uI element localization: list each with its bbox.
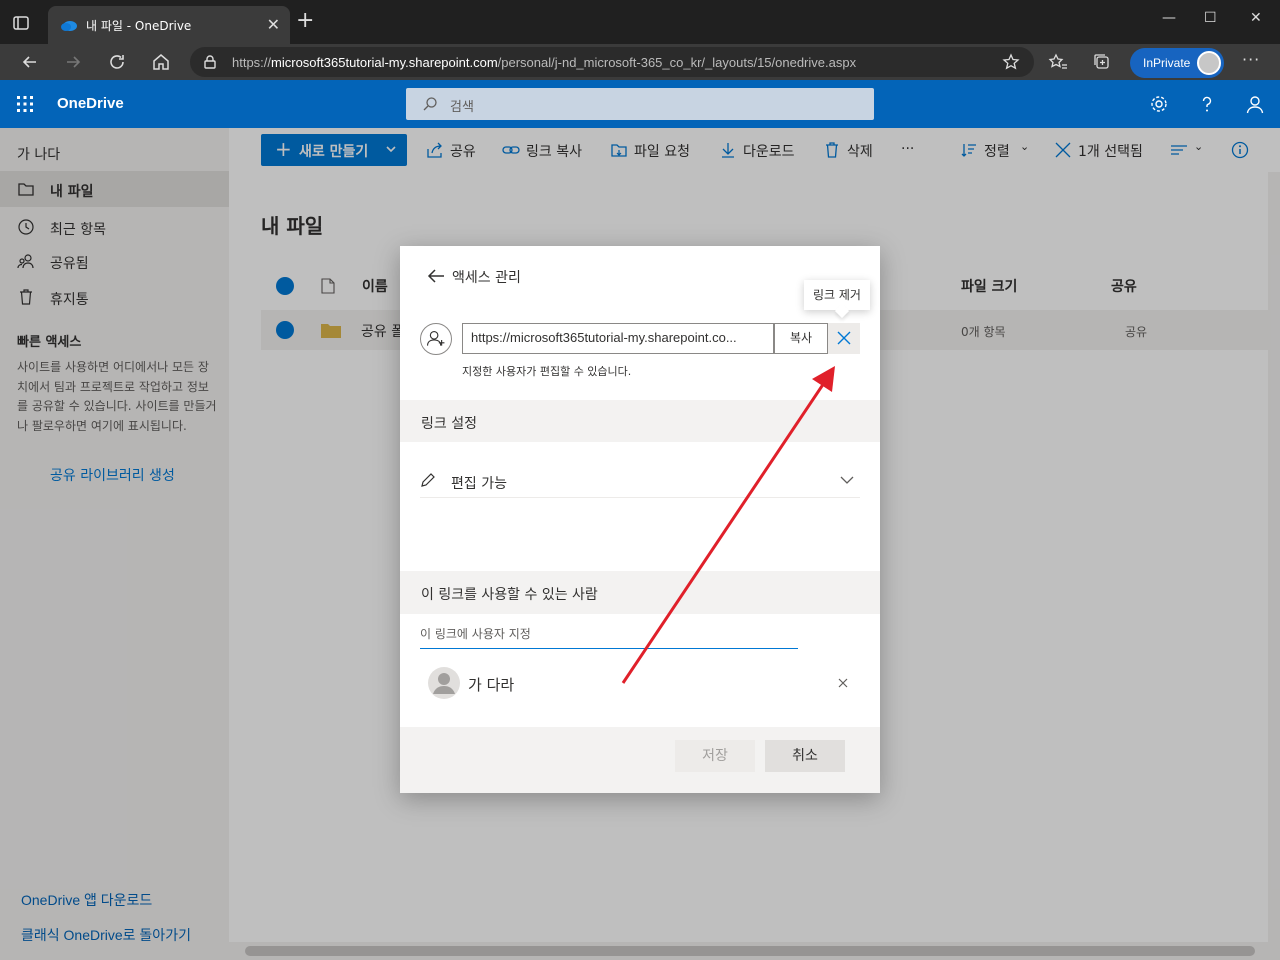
account-icon[interactable] (1245, 94, 1265, 114)
remove-link-tooltip: 링크 제거 (804, 280, 870, 310)
share-link-field[interactable]: https://microsoft365tutorial-my.sharepoi… (462, 323, 774, 354)
section-title: 링크 설정 (421, 416, 477, 432)
close-tab-icon[interactable]: ✕ (267, 15, 280, 34)
tab-actions-icon[interactable] (10, 12, 32, 34)
pencil-icon (421, 473, 435, 487)
close-window-icon[interactable]: ✕ (1250, 10, 1262, 26)
new-tab-icon[interactable]: + (296, 10, 314, 32)
inprivate-badge[interactable]: InPrivate (1130, 48, 1224, 78)
permission-value: 편집 가능 (451, 476, 507, 492)
help-icon[interactable] (1197, 94, 1217, 114)
chevron-down-icon (840, 476, 854, 484)
url-text: https://microsoft365tutorial-my.sharepoi… (232, 55, 857, 70)
copy-button[interactable]: 복사 (774, 323, 828, 354)
manage-access-dialog: 액세스 관리 링크 제거 https://microsoft365tutoria… (400, 246, 880, 793)
search-box[interactable]: 검색 (406, 88, 874, 120)
app-launcher-icon[interactable] (16, 95, 34, 113)
add-people-input[interactable]: 이 링크에 사용자 지정 (420, 623, 798, 649)
browser-toolbar: https://microsoft365tutorial-my.sharepoi… (0, 44, 1280, 80)
maximize-icon[interactable]: ☐ (1204, 10, 1217, 26)
search-placeholder: 검색 (450, 100, 474, 115)
forward-icon[interactable] (63, 52, 83, 72)
dialog-footer: 저장 취소 (400, 727, 880, 793)
gear-icon[interactable] (1149, 94, 1169, 114)
back-icon[interactable] (20, 52, 40, 72)
remove-link-button[interactable] (828, 323, 860, 354)
cancel-button[interactable]: 취소 (765, 740, 845, 772)
browser-tab[interactable]: 내 파일 - OneDrive ✕ (48, 6, 290, 44)
person-name: 가 다라 (468, 676, 515, 694)
remove-person-icon[interactable] (838, 678, 848, 688)
settings-more-icon[interactable]: ··· (1242, 50, 1260, 69)
home-icon[interactable] (151, 52, 171, 72)
who-can-use-section: 이 링크를 사용할 수 있는 사람 (400, 571, 880, 614)
link-settings-section: 링크 설정 (400, 400, 880, 442)
search-icon (423, 97, 437, 111)
collections-icon[interactable] (1092, 52, 1112, 72)
browser-tab-bar: 내 파일 - OneDrive ✕ + — ☐ ✕ (0, 0, 1280, 44)
person-avatar-icon (428, 667, 460, 699)
profile-avatar (1197, 51, 1221, 75)
dialog-title: 액세스 관리 (452, 270, 521, 286)
save-button[interactable]: 저장 (675, 740, 755, 772)
lock-icon (204, 55, 216, 69)
add-favorite-icon[interactable] (1002, 53, 1020, 71)
suite-bar: OneDrive 검색 (0, 80, 1280, 128)
minimize-icon[interactable]: — (1162, 10, 1176, 26)
person-row: 가 다라 (428, 667, 848, 699)
app-brand[interactable]: OneDrive (57, 95, 124, 112)
permission-dropdown[interactable]: 편집 가능 (420, 470, 860, 498)
people-link-icon (420, 323, 452, 355)
permission-note: 지정한 사용자가 편집할 수 있습니다. (462, 365, 632, 378)
close-icon (837, 331, 851, 345)
refresh-icon[interactable] (107, 52, 127, 72)
onedrive-cloud-icon (61, 21, 77, 31)
favorites-icon[interactable] (1048, 52, 1068, 72)
back-arrow-icon[interactable] (426, 267, 446, 285)
address-bar[interactable]: https://microsoft365tutorial-my.sharepoi… (190, 47, 1034, 77)
tab-title: 내 파일 - OneDrive (86, 19, 192, 33)
section-title: 이 링크를 사용할 수 있는 사람 (421, 587, 598, 603)
